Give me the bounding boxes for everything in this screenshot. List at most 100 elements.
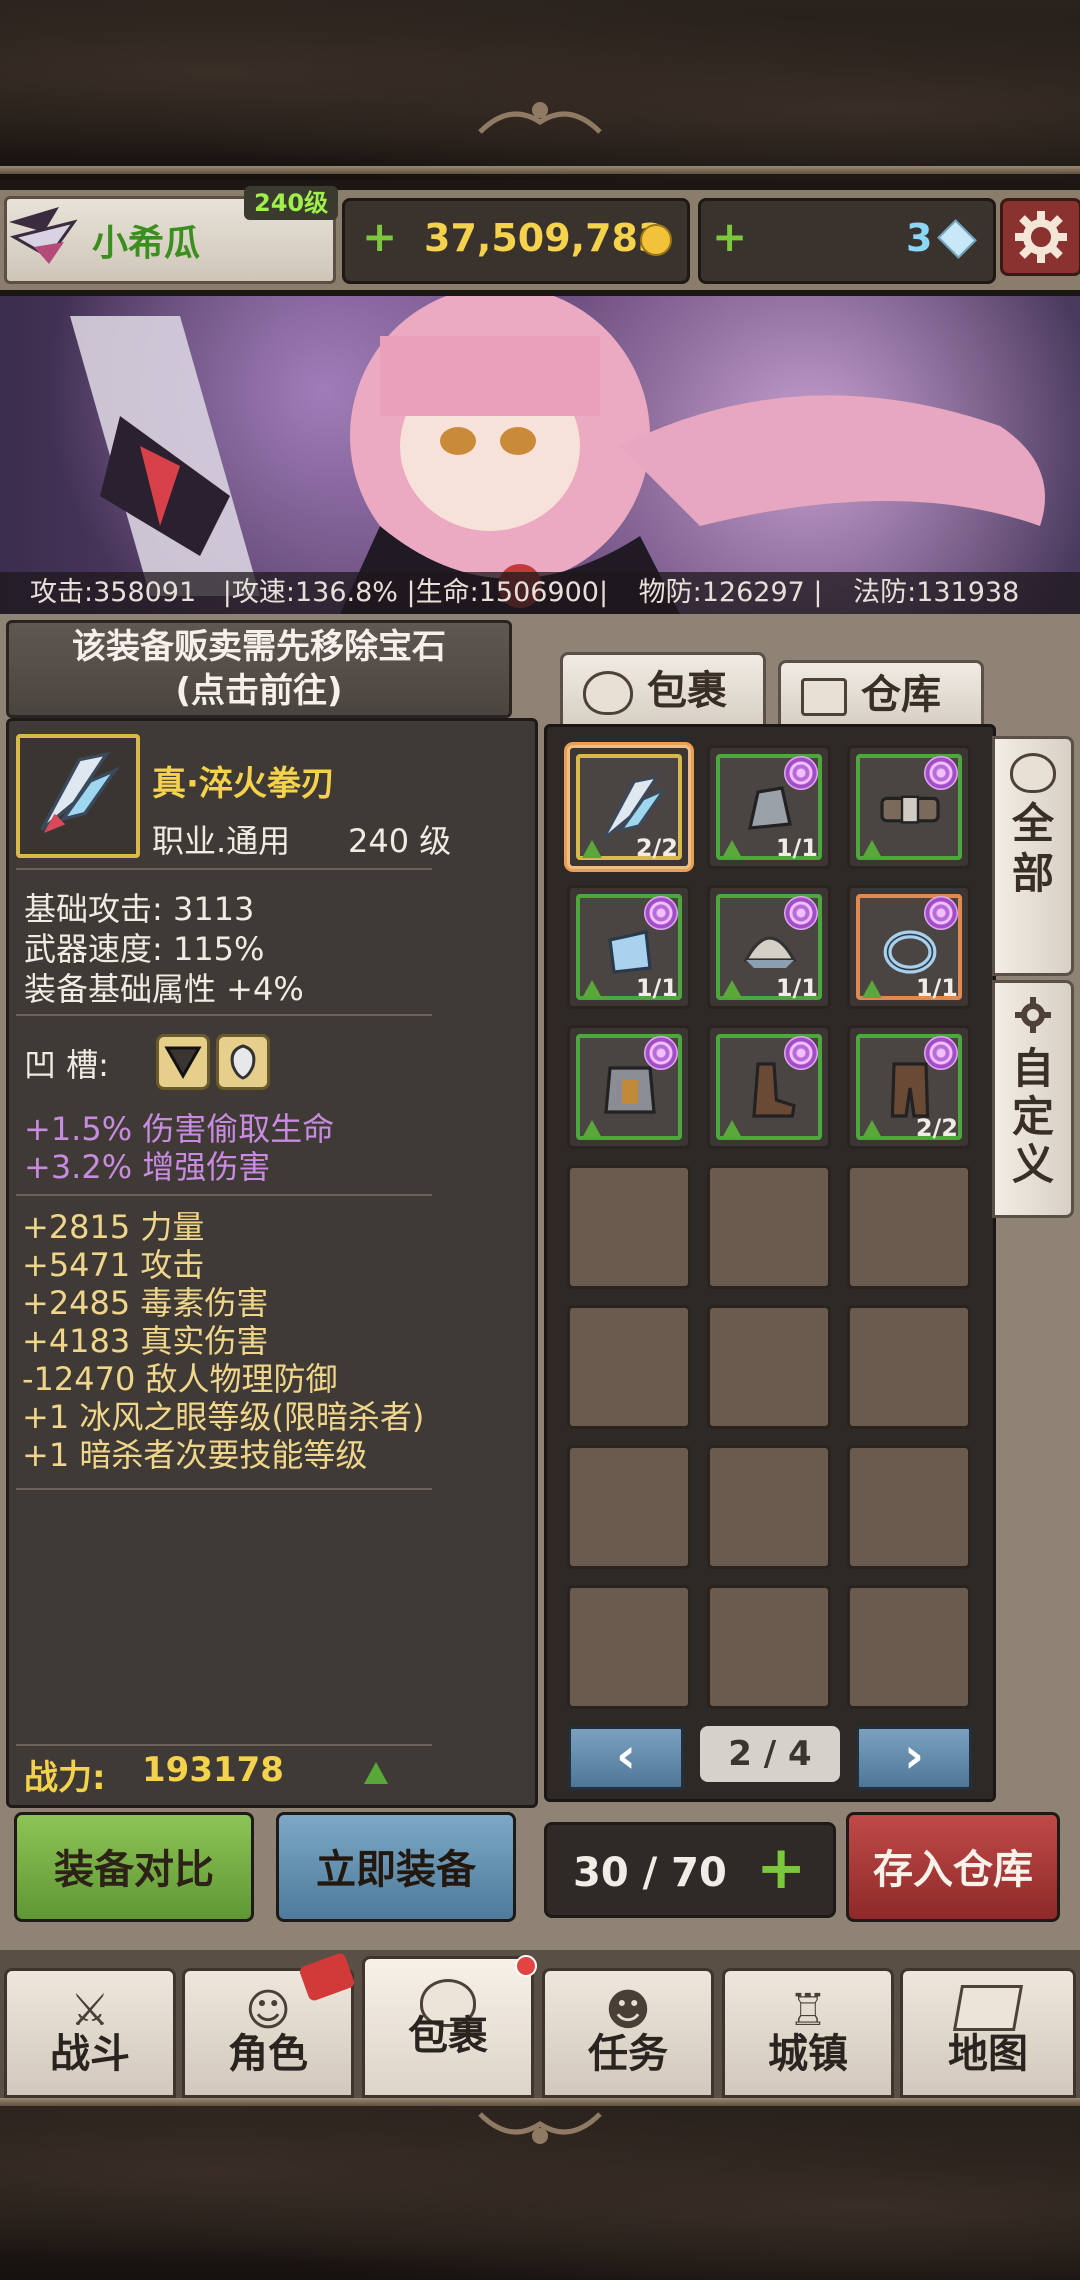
warehouse-icon: [801, 678, 847, 716]
empty-slot[interactable]: [567, 1445, 691, 1569]
socket-2[interactable]: [216, 1034, 270, 1090]
next-page-button[interactable]: ›: [856, 1726, 972, 1790]
settings-button[interactable]: [1000, 198, 1080, 276]
nav-label: 地图: [948, 2031, 1028, 2077]
base-attr: 装备基础属性 +4%: [24, 970, 304, 1008]
inventory-slot[interactable]: [847, 745, 971, 869]
nav-label: 任务: [588, 2031, 668, 2077]
chevron-left-icon: ‹: [616, 1728, 636, 1784]
item-class: 职业.通用: [152, 822, 291, 860]
empty-slot[interactable]: [567, 1165, 691, 1289]
item-count: 1/1: [635, 974, 678, 1002]
gold-coin-icon: [640, 224, 672, 256]
bonus-line: +2485 毒素伤害: [22, 1284, 269, 1322]
swirl-gem-icon: [644, 896, 678, 930]
nav-bag[interactable]: 包裹: [362, 1955, 537, 2098]
inventory-slot[interactable]: 1/1: [707, 885, 831, 1009]
nav-battle[interactable]: ⚔ 战斗: [4, 1968, 176, 2098]
divider: [16, 1488, 432, 1490]
bonus-line: +5471 攻击: [22, 1246, 205, 1284]
nav-town[interactable]: ♖ 城镇: [722, 1968, 894, 2098]
nav-label: 角色: [228, 2031, 308, 2077]
triangle-gem-icon: [164, 1046, 202, 1080]
empty-slot[interactable]: [707, 1165, 831, 1289]
shield-gem-icon: [230, 1044, 256, 1080]
nav-label: 战斗: [50, 2031, 130, 2077]
inventory-slot[interactable]: [707, 1025, 831, 1149]
upgrade-arrow-icon: [722, 840, 742, 858]
swirl-gem-icon: [784, 1036, 818, 1070]
filter-all-tab[interactable]: 全部: [992, 736, 1074, 976]
upgrade-arrow-icon: [722, 980, 742, 998]
gear-icon: [1015, 211, 1067, 263]
inventory-slot[interactable]: 1/1: [567, 885, 691, 1009]
stat-magic-def: 法防:131938: [853, 577, 1020, 608]
upgrade-arrow-icon: [722, 1120, 742, 1138]
power-label: 战力:: [24, 1758, 106, 1798]
gold-amount: 37,509,783: [424, 216, 665, 260]
tab-bag[interactable]: 包裹: [560, 652, 766, 730]
bonus-list: +2815 力量 +5471 攻击 +2485 毒素伤害 +4183 真实伤害 …: [22, 1208, 424, 1474]
bonus-line: +1 暗杀者次要技能等级: [22, 1436, 368, 1474]
claw-blade-icon: [40, 751, 120, 834]
filter-all-label: 全部: [1011, 799, 1054, 898]
item-count: 2/2: [915, 1114, 958, 1142]
gear-icon: [1015, 997, 1051, 1033]
nav-map[interactable]: 地图: [900, 1968, 1076, 2098]
bonus-line: +4183 真实伤害: [22, 1322, 269, 1360]
top-ornament: [0, 0, 1080, 180]
empty-slot[interactable]: [567, 1585, 691, 1709]
top-divider: [0, 166, 1080, 174]
item-count: 1/1: [775, 834, 818, 862]
filter-custom-tab[interactable]: 自定义: [992, 980, 1074, 1218]
item-name: 真·淬火拳刃: [152, 764, 335, 804]
remove-gem-notice[interactable]: 该装备贩卖需先移除宝石 (点击前往): [6, 620, 512, 718]
empty-slot[interactable]: [847, 1585, 971, 1709]
swirl-gem-icon: [784, 756, 818, 790]
empty-slot[interactable]: [567, 1305, 691, 1429]
gem-count: 3: [906, 216, 933, 260]
compare-button[interactable]: 装备对比: [14, 1812, 254, 1922]
tab-warehouse-label: 仓库: [861, 672, 941, 718]
swirl-gem-icon: [924, 756, 958, 790]
player-level-badge: 240级: [244, 186, 339, 220]
inventory-slot[interactable]: 1/1: [707, 745, 831, 869]
stat-phys-def: 物防:126297 |: [638, 577, 823, 608]
nav-character[interactable]: ☺ 角色: [182, 1951, 356, 2098]
add-gems-icon[interactable]: +: [712, 212, 747, 261]
empty-slot[interactable]: [707, 1445, 831, 1569]
swirl-gem-icon: [924, 896, 958, 930]
nav-quest[interactable]: ☻ 任务: [542, 1968, 714, 2098]
bonus-line: +2815 力量: [22, 1208, 205, 1246]
nav-label: 包裹: [408, 2013, 488, 2059]
expand-bag-icon[interactable]: +: [756, 1828, 806, 1908]
filter-custom-label: 自定义: [1011, 1044, 1054, 1189]
inventory-slot[interactable]: 2/2: [567, 745, 691, 869]
upgrade-arrow-icon: [862, 980, 882, 998]
store-button[interactable]: 存入仓库: [846, 1812, 1060, 1922]
tab-warehouse[interactable]: 仓库: [778, 660, 984, 730]
inventory-slot[interactable]: 2/2: [847, 1025, 971, 1149]
divider: [16, 868, 432, 870]
add-gold-icon[interactable]: +: [362, 212, 397, 261]
empty-slot[interactable]: [847, 1305, 971, 1429]
swirl-gem-icon: [644, 1036, 678, 1070]
equip-button[interactable]: 立即装备: [276, 1812, 516, 1922]
stat-attack: 攻击:358091: [30, 577, 197, 608]
empty-slot[interactable]: [847, 1445, 971, 1569]
socket-1[interactable]: [156, 1034, 210, 1090]
class-emblem-icon: [9, 207, 78, 264]
inventory-slot[interactable]: 1/1: [847, 885, 971, 1009]
empty-slot[interactable]: [707, 1585, 831, 1709]
inventory-slot[interactable]: [567, 1025, 691, 1149]
swirl-gem-icon: [924, 1036, 958, 1070]
stat-hp: |生命:1506900|: [406, 577, 609, 608]
player-name: 小希瓜: [92, 223, 201, 264]
upgrade-arrow-icon: [582, 840, 602, 858]
prev-page-button[interactable]: ‹: [568, 1726, 684, 1790]
stat-attack-speed: |攻速:136.8%: [222, 577, 398, 608]
divider: [16, 1194, 432, 1196]
item-count: 2/2: [635, 834, 678, 862]
empty-slot[interactable]: [707, 1305, 831, 1429]
empty-slot[interactable]: [847, 1165, 971, 1289]
